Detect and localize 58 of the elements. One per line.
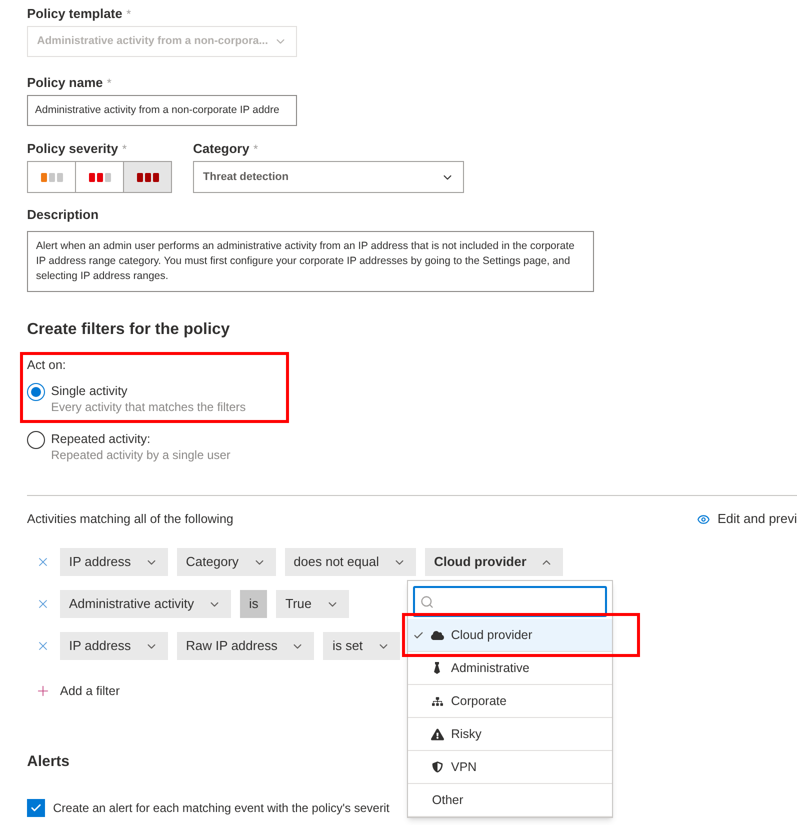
menu-option[interactable]: Administrative (408, 652, 612, 685)
menu-option[interactable]: Other (408, 784, 612, 817)
filter-dropdown[interactable]: True (276, 590, 349, 618)
filter-dropdown[interactable]: Raw IP address (176, 632, 314, 660)
search-field[interactable] (413, 586, 607, 617)
severity-option[interactable] (123, 162, 171, 192)
field-label: Policy severity (27, 140, 118, 158)
name-input[interactable]: Administrative activity from a non-corporate IP addre (27, 95, 297, 126)
menu-option[interactable]: VPN (408, 751, 612, 784)
filter-dropdown[interactable]: is set (323, 632, 400, 660)
close-icon (36, 597, 50, 611)
radio-button[interactable] (27, 431, 45, 449)
radio-button[interactable] (27, 383, 45, 401)
filter-dropdown[interactable]: Category (176, 548, 276, 576)
section-heading: Create filters for the policy (27, 320, 231, 340)
radio-label: Repeated activity: (51, 431, 152, 447)
section-heading: Alerts (27, 752, 70, 771)
add-filter-button[interactable]: Add a filter (35, 682, 120, 701)
close-icon (36, 639, 50, 653)
activities-heading: Activities matching all of the following (27, 510, 234, 528)
cloud-icon (430, 628, 444, 642)
description-box: Alert when an admin user performs an administrative activity from an IP address that is not included in the corporate IP address range category. You must first configure your corporate IP addresses by going to the Settings page, and selecting IP address ranges. (27, 231, 594, 292)
select-value: Administrative activity from a non-corpora... (37, 34, 268, 50)
field-label: Policy template (27, 5, 122, 23)
filter-dropdown[interactable]: IP address (60, 632, 168, 660)
edit-preview-link[interactable]: Edit and previ (696, 509, 797, 529)
category-select[interactable]: Threat detection (193, 161, 464, 193)
radio-hint: Repeated activity by a single user (51, 447, 230, 463)
check-icon (412, 630, 424, 640)
checkbox-label: Create an alert for each matching event with the policy's severit (53, 800, 390, 817)
field-label: Category (193, 140, 250, 158)
menu-option[interactable]: Risky (408, 718, 612, 751)
close-icon (36, 555, 50, 569)
filter-dropdown[interactable]: Administrative activity (60, 590, 231, 618)
search-icon (420, 594, 434, 608)
checkbox[interactable] (27, 798, 45, 817)
menu-option[interactable]: Cloud provider (408, 619, 612, 652)
shield-icon (432, 761, 442, 773)
required-mark: * (122, 141, 127, 158)
network-icon (432, 696, 442, 706)
radio-hint: Every activity that matches the filters (51, 399, 246, 415)
required-mark: * (126, 6, 132, 23)
filter-dropdown[interactable]: Cloud provider (424, 548, 564, 576)
warning-icon (430, 728, 444, 740)
required-mark: * (106, 75, 112, 92)
radio-label: Single activity (51, 383, 128, 399)
group-label: Act on: (27, 358, 66, 372)
operator-label: is (240, 590, 268, 618)
tie-icon (433, 662, 441, 674)
required-mark: * (253, 141, 258, 158)
menu-option[interactable]: Corporate (408, 685, 612, 718)
field-label: Policy name (27, 74, 103, 92)
eye-icon (696, 512, 710, 526)
filter-dropdown[interactable]: IP address (60, 548, 168, 576)
filter-dropdown[interactable]: does not equal (284, 548, 416, 576)
check-icon (30, 802, 42, 814)
field-label: Description (27, 207, 99, 222)
select-value: Threat detection (203, 170, 289, 185)
